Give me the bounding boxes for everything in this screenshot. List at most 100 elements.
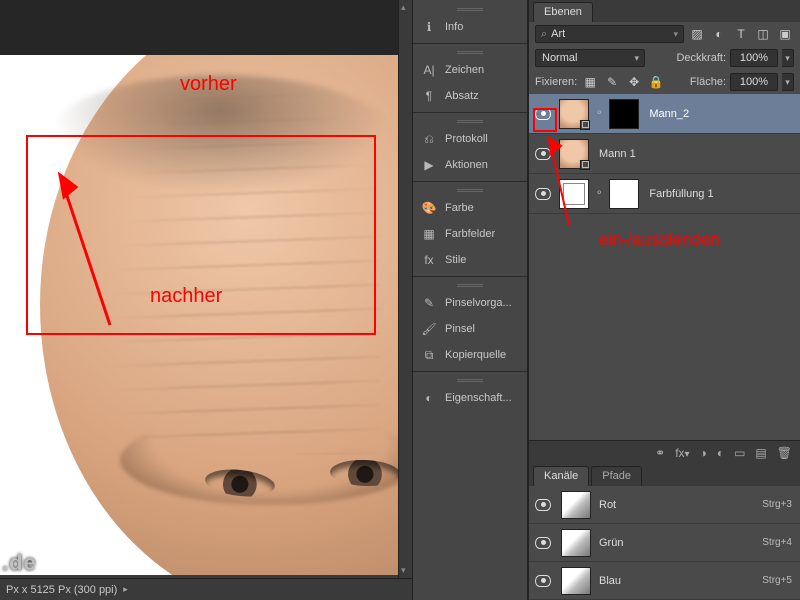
dock-grip[interactable]: [413, 185, 527, 195]
callout-label: ein-/ausblenden: [599, 230, 720, 250]
dock-item-label: Aktionen: [445, 159, 488, 171]
channel-thumb: [561, 491, 591, 519]
status-text: Px x 5125 Px (300 ppi): [6, 584, 117, 596]
blend-mode-select[interactable]: Normal: [535, 49, 645, 67]
layer-mask-thumb[interactable]: [609, 99, 639, 129]
layer-filter-kind-label: Art: [551, 28, 565, 40]
channel-row[interactable]: Grün Strg+4: [529, 524, 800, 562]
annotation-arrow: [30, 135, 150, 335]
filter-pixel-icon[interactable]: ▨: [688, 25, 706, 43]
filter-type-icon[interactable]: T: [732, 25, 750, 43]
new-fill-adj-icon[interactable]: ◐: [717, 446, 724, 460]
tab-layers[interactable]: Ebenen: [533, 2, 593, 22]
channel-thumb: [561, 529, 591, 557]
layer-mask-thumb[interactable]: [609, 179, 639, 209]
panel-brushes-icon: 🖌: [421, 321, 437, 337]
panel-history-icon: ⎌: [421, 131, 437, 147]
dock-grip[interactable]: [413, 375, 527, 385]
panel-brushes[interactable]: 🖌 Pinsel: [413, 316, 527, 342]
dock-item-label: Kopierquelle: [445, 349, 506, 361]
annotation-before-label: vorher: [180, 73, 237, 96]
panel-properties-icon: ◐: [421, 390, 437, 406]
layer-thumb[interactable]: [559, 99, 589, 129]
channel-list: Rot Strg+3 Grün Strg+4 Blau Strg+5: [529, 486, 800, 600]
panel-paragraph[interactable]: ¶ Absatz: [413, 83, 527, 109]
lock-transparent-icon[interactable]: ▦: [581, 73, 599, 91]
layer-fx-icon[interactable]: fx▾: [675, 446, 689, 460]
panel-brush-presets-icon: ✎: [421, 295, 437, 311]
callout-eye-box: [533, 108, 557, 132]
new-group-icon[interactable]: ▭: [734, 446, 745, 460]
layer-name[interactable]: Mann_2: [645, 108, 796, 120]
layer-name[interactable]: Mann 1: [595, 148, 796, 160]
lock-label: Fixieren:: [535, 76, 577, 88]
link-icon: ⚬: [595, 188, 603, 199]
channel-thumb: [561, 567, 591, 595]
channel-shortcut: Strg+3: [762, 499, 792, 510]
opacity-field[interactable]: 100%: [730, 49, 778, 67]
eye-icon: [535, 537, 551, 549]
channels-tabbar: Kanäle Pfade: [529, 464, 800, 486]
panel-info[interactable]: ℹ Info: [413, 14, 527, 40]
panel-brush-presets[interactable]: ✎ Pinselvorga...: [413, 290, 527, 316]
smart-badge-icon: [580, 160, 590, 170]
status-menu-chevron-icon[interactable]: ▸: [123, 584, 128, 595]
eye-icon: [535, 499, 551, 511]
panel-clone-source[interactable]: ⧉ Kopierquelle: [413, 342, 527, 368]
panel-history[interactable]: ⎌ Protokoll: [413, 126, 527, 152]
dock-grip[interactable]: [413, 280, 527, 290]
dock-grip[interactable]: [413, 4, 527, 14]
panel-clone-source-icon: ⧉: [421, 347, 437, 363]
panel-color[interactable]: 🎨 Farbe: [413, 195, 527, 221]
dock-grip[interactable]: [413, 47, 527, 57]
panel-styles-icon: fx: [421, 252, 437, 268]
blend-opacity-row: Normal Deckkraft: 100% ▾: [529, 46, 800, 70]
link-icon: ⚬: [595, 108, 603, 119]
channel-name: Grün: [599, 537, 754, 549]
opacity-stepper-icon[interactable]: ▾: [782, 49, 794, 67]
layer-filter-kind[interactable]: Art ▾: [535, 25, 684, 43]
layer-name[interactable]: Farbfüllung 1: [645, 188, 796, 200]
dock-separator: [413, 112, 527, 113]
lock-all-icon[interactable]: 🔒: [647, 73, 665, 91]
panel-swatches[interactable]: ▦ Farbfelder: [413, 221, 527, 247]
fill-label: Fläche:: [690, 76, 726, 88]
dock-item-label: Absatz: [445, 90, 479, 102]
panel-actions[interactable]: ▶ Aktionen: [413, 152, 527, 178]
panel-swatches-icon: ▦: [421, 226, 437, 242]
panel-styles[interactable]: fx Stile: [413, 247, 527, 273]
channel-row[interactable]: Blau Strg+5: [529, 562, 800, 600]
dock-grip[interactable]: [413, 116, 527, 126]
panel-character[interactable]: A| Zeichen: [413, 57, 527, 83]
fill-field[interactable]: 100%: [730, 73, 778, 91]
delete-layer-icon[interactable]: 🗑: [777, 446, 792, 460]
dock-separator: [413, 43, 527, 44]
visibility-toggle[interactable]: [533, 537, 553, 549]
dock-item-label: Stile: [445, 254, 466, 266]
visibility-toggle[interactable]: [533, 575, 553, 587]
lock-paint-icon[interactable]: ✎: [603, 73, 621, 91]
visibility-toggle[interactable]: [533, 499, 553, 511]
layers-tabbar: Ebenen: [529, 0, 800, 22]
lock-fill-row: Fixieren: ▦ ✎ ✥ 🔒 Fläche: 100% ▾: [529, 70, 800, 94]
link-layers-icon[interactable]: ⚭: [655, 446, 665, 460]
vertical-scrollbar[interactable]: [398, 0, 412, 578]
add-mask-icon[interactable]: ◑: [700, 446, 707, 460]
document-canvas[interactable]: vorher nachher .de Px x 5125 Px (300 ppi…: [0, 0, 412, 600]
fill-stepper-icon[interactable]: ▾: [782, 73, 794, 91]
channel-row[interactable]: Rot Strg+3: [529, 486, 800, 524]
tab-paths[interactable]: Pfade: [591, 466, 642, 486]
new-layer-icon[interactable]: ▤: [755, 446, 766, 460]
lock-position-icon[interactable]: ✥: [625, 73, 643, 91]
tab-channels[interactable]: Kanäle: [533, 466, 589, 486]
filter-adjust-icon[interactable]: ◐: [710, 25, 728, 43]
panel-properties[interactable]: ◐ Eigenschaft...: [413, 385, 527, 411]
channel-shortcut: Strg+5: [762, 575, 792, 586]
panel-info-icon: ℹ: [421, 19, 437, 35]
filter-smart-icon[interactable]: ▣: [776, 25, 794, 43]
layer-row[interactable]: ⚬ Mann_2: [529, 94, 800, 134]
dock-item-label: Info: [445, 21, 463, 33]
filter-shape-icon[interactable]: ◫: [754, 25, 772, 43]
annotation-after-label: nachher: [150, 285, 222, 308]
panel-color-icon: 🎨: [421, 200, 437, 216]
